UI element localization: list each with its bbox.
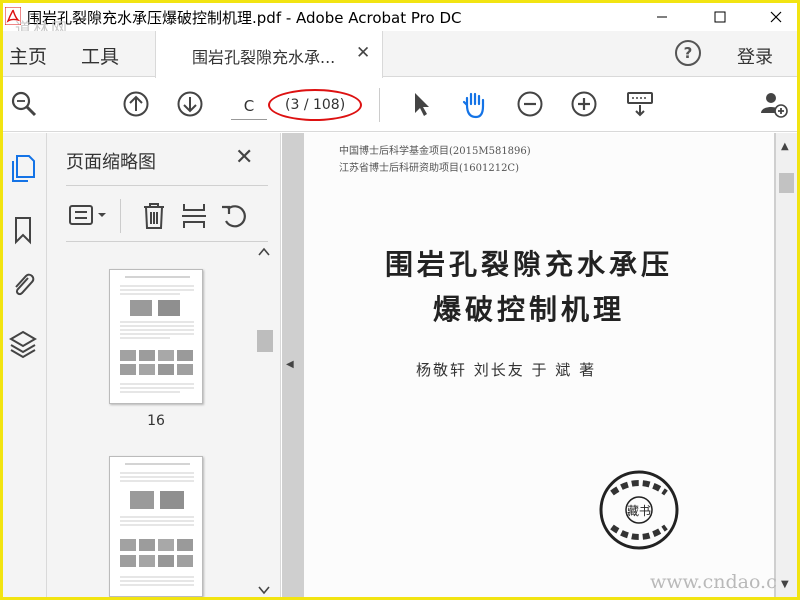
- page-thumbnails-icon[interactable]: [9, 153, 37, 183]
- zoom-search-icon[interactable]: [9, 89, 39, 119]
- watermark-bottom: www.cndao.com: [650, 571, 797, 593]
- help-icon: ?: [683, 44, 693, 62]
- scroll-up-icon[interactable]: ▲: [781, 141, 789, 152]
- bookmark-icon[interactable]: [9, 215, 37, 245]
- pdf-page: 中国博士后科学基金项目(2015M581896) 江苏省博士后科研资助项目(16…: [304, 133, 797, 597]
- title-bar: 围岩孔裂隙充水承压爆破控制机理.pdf - Adobe Acrobat Pro …: [3, 3, 797, 38]
- maximize-icon: [714, 11, 726, 23]
- toolbar-divider: [379, 88, 380, 122]
- acrobat-app-icon: [5, 7, 21, 25]
- thumbnail-options-icon[interactable]: [68, 203, 112, 229]
- thumbnail-preview: [120, 276, 194, 393]
- rotate-page-icon[interactable]: [220, 201, 250, 231]
- book-authors: 杨敬轩 刘长友 于 斌 著: [416, 361, 597, 379]
- funding-line-1: 中国博士后科学基金项目(2015M581896): [339, 146, 531, 157]
- previous-page-icon[interactable]: [121, 89, 151, 119]
- page-count: (3 / 108): [285, 97, 346, 113]
- main-toolbar: C (3 / 108): [3, 78, 797, 132]
- close-window-button[interactable]: [753, 3, 797, 31]
- funding-line-2: 江苏省博士后科研资助项目(1601212C): [339, 163, 519, 174]
- thumbnail-toolbar: [66, 191, 268, 241]
- next-page-icon[interactable]: [175, 89, 205, 119]
- login-button[interactable]: 登录: [737, 43, 773, 69]
- keyboard-icon[interactable]: [625, 89, 655, 119]
- page-thumbnail[interactable]: [109, 456, 203, 597]
- book-title-line-2: 爆破控制机理: [432, 293, 625, 326]
- thumbnail-preview: [120, 463, 194, 586]
- stamp-center-text: 藏书: [627, 504, 651, 518]
- toolbar-divider: [120, 199, 121, 233]
- panel-divider: [66, 185, 268, 186]
- scroll-down-icon[interactable]: ▼: [781, 579, 789, 590]
- scroll-up-icon: [258, 247, 270, 256]
- panel-close-icon[interactable]: ✕: [235, 145, 253, 170]
- extract-page-icon[interactable]: [180, 201, 208, 231]
- document-view: ◀ 中国博士后科学基金项目(2015M581896) 江苏省博士后科研资助项目(…: [282, 133, 797, 597]
- tab-close-icon[interactable]: ✕: [356, 43, 370, 63]
- nav-home[interactable]: 主页: [9, 42, 47, 69]
- acrobat-window: 围岩孔裂隙充水承压爆破控制机理.pdf - Adobe Acrobat Pro …: [3, 3, 797, 597]
- panel-divider: [66, 241, 268, 242]
- zoom-out-icon[interactable]: [515, 89, 545, 119]
- panel-title: 页面缩略图: [66, 152, 156, 173]
- attachment-icon[interactable]: [9, 269, 37, 299]
- collapse-panel-icon[interactable]: ◀: [286, 359, 294, 370]
- minimize-button[interactable]: [639, 3, 685, 31]
- thumbnail-page-label: 16: [147, 413, 165, 429]
- document-scrollbar[interactable]: ▲ ▼: [776, 133, 797, 597]
- hand-tool-icon[interactable]: [459, 89, 489, 119]
- window-title: 围岩孔裂隙充水承压爆破控制机理.pdf - Adobe Acrobat Pro …: [27, 9, 462, 27]
- document-scroll-thumb[interactable]: [779, 173, 794, 193]
- menu-tab-bar: 主页 工具 围岩孔裂隙充水承... ✕ ? 登录: [3, 31, 797, 78]
- document-tab-label: 围岩孔裂隙充水承...: [192, 48, 336, 67]
- thumbnail-scrollbar[interactable]: [255, 245, 273, 597]
- maximize-button[interactable]: [697, 3, 743, 31]
- delete-page-icon[interactable]: [140, 201, 168, 231]
- nav-tools[interactable]: 工具: [81, 42, 119, 69]
- help-button[interactable]: ?: [675, 40, 701, 66]
- page-thumbnail[interactable]: [109, 269, 203, 404]
- library-stamp: 藏书: [599, 470, 679, 550]
- minimize-icon: [657, 16, 667, 18]
- close-icon: [770, 11, 782, 23]
- layers-icon[interactable]: [9, 329, 37, 359]
- page-number-input[interactable]: C: [231, 92, 267, 120]
- select-cursor-icon[interactable]: [405, 89, 435, 119]
- thumbnail-panel: 页面缩略图 ✕ 16: [47, 133, 281, 597]
- thumbnail-scroll-thumb[interactable]: [257, 330, 273, 352]
- document-tab[interactable]: 围岩孔裂隙充水承... ✕: [155, 31, 383, 78]
- left-navigation-rail: [3, 133, 47, 597]
- scroll-down-icon: [258, 586, 270, 595]
- zoom-in-icon[interactable]: [569, 89, 599, 119]
- add-user-icon[interactable]: [759, 89, 789, 119]
- book-title-line-1: 围岩孔裂隙充水承压: [384, 248, 673, 281]
